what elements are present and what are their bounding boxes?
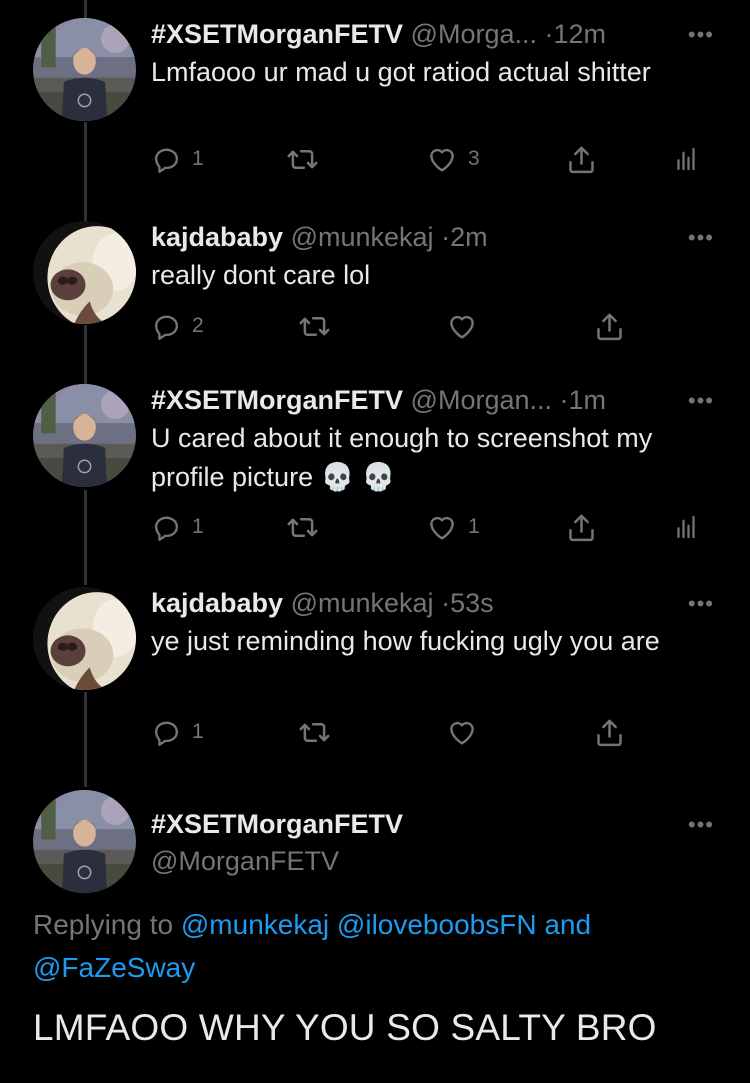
retweet-icon (286, 511, 319, 544)
timestamp[interactable]: 53s (450, 588, 494, 618)
share-icon (565, 511, 598, 544)
thread-line (84, 325, 87, 385)
mention-link[interactable]: @munkekaj (181, 909, 329, 940)
mention-link[interactable]: @FaZeSway (33, 952, 195, 983)
separator-dot: · (441, 588, 451, 618)
analytics-button[interactable] (671, 142, 701, 176)
tweet-text: ye just reminding how fucking ugly you a… (151, 626, 660, 656)
like-button[interactable] (446, 715, 478, 749)
avatar[interactable] (33, 790, 136, 893)
tweet-header: #XSETMorganFETV @Morgan... ·1m (151, 384, 710, 416)
reply-icon (151, 311, 182, 342)
analytics-icon (671, 512, 701, 542)
tweet-header: #XSETMorganFETV (151, 808, 710, 840)
avatar[interactable] (33, 221, 136, 324)
retweet-button[interactable] (298, 309, 331, 343)
reply-count: 1 (192, 720, 204, 743)
share-icon (565, 143, 598, 176)
share-icon (593, 716, 626, 749)
action-bar: 1 1 (151, 510, 711, 544)
like-button[interactable] (446, 309, 478, 343)
more-horizontal-icon[interactable]: ••• (688, 24, 714, 46)
display-name[interactable]: #XSETMorganFETV (151, 385, 403, 415)
retweet-button[interactable] (286, 510, 319, 544)
analytics-icon (671, 144, 701, 174)
reply-count: 1 (192, 147, 204, 170)
thread-line (84, 692, 87, 787)
avatar[interactable] (33, 587, 136, 690)
reply-count: 1 (192, 515, 204, 538)
display-name[interactable]: #XSETMorganFETV (151, 19, 403, 49)
thread-line (84, 0, 87, 20)
separator-dot: · (544, 19, 554, 49)
action-bar: 2 (151, 309, 711, 343)
timestamp[interactable]: 1m (569, 385, 607, 415)
heart-icon (446, 310, 478, 342)
share-button[interactable] (593, 309, 626, 343)
like-button[interactable]: 1 (426, 510, 480, 544)
share-icon (593, 310, 626, 343)
mention-link[interactable]: @iloveboobsFN (337, 909, 537, 940)
reply-button[interactable]: 1 (151, 142, 204, 176)
replying-label: Replying to (33, 909, 174, 940)
retweet-button[interactable] (298, 715, 331, 749)
avatar[interactable] (33, 384, 136, 487)
heart-icon (426, 143, 458, 175)
thread-line (84, 122, 87, 222)
separator-dot: · (559, 385, 569, 415)
tweet-text: really dont care lol (151, 260, 371, 290)
action-bar: 1 3 (151, 142, 711, 176)
share-button[interactable] (593, 715, 626, 749)
mention-link[interactable]: and (544, 909, 591, 940)
like-count: 3 (468, 147, 480, 170)
user-handle[interactable]: @Morgan... (411, 385, 552, 415)
thread-line (84, 490, 87, 585)
share-button[interactable] (565, 510, 598, 544)
more-horizontal-icon[interactable]: ••• (688, 814, 714, 836)
more-horizontal-icon[interactable]: ••• (688, 227, 714, 249)
reply-icon (151, 144, 182, 175)
display-name[interactable]: #XSETMorganFETV (151, 809, 403, 839)
user-handle[interactable]: @MorganFETV (151, 846, 339, 877)
heart-icon (446, 716, 478, 748)
user-handle[interactable]: @munkekaj (291, 222, 434, 252)
avatar[interactable] (33, 18, 136, 121)
timestamp[interactable]: 12m (554, 19, 607, 49)
retweet-icon (298, 716, 331, 749)
tweet-text: LMFAOO WHY YOU SO SALTY BRO (33, 1007, 657, 1048)
heart-icon (426, 511, 458, 543)
analytics-button[interactable] (671, 510, 701, 544)
retweet-button[interactable] (286, 142, 319, 176)
display-name[interactable]: kajdababy (151, 222, 283, 252)
tweet-text: U cared about it enough to screenshot my… (151, 423, 653, 492)
reply-icon (151, 717, 182, 748)
replying-to: Replying to @munkekaj @iloveboobsFN and … (33, 903, 720, 989)
tweet-header: #XSETMorganFETV @Morga... ·12m (151, 18, 710, 50)
user-handle[interactable]: @munkekaj (291, 588, 434, 618)
reply-button[interactable]: 1 (151, 715, 204, 749)
timestamp[interactable]: 2m (450, 222, 488, 252)
share-button[interactable] (565, 142, 598, 176)
retweet-icon (286, 143, 319, 176)
retweet-icon (298, 310, 331, 343)
more-horizontal-icon[interactable]: ••• (688, 390, 714, 412)
like-button[interactable]: 3 (426, 142, 480, 176)
reply-icon (151, 512, 182, 543)
reply-count: 2 (192, 314, 204, 337)
more-horizontal-icon[interactable]: ••• (688, 593, 714, 615)
reply-button[interactable]: 1 (151, 510, 204, 544)
user-handle[interactable]: @Morga... (411, 19, 537, 49)
tweet-header: kajdababy @munkekaj ·53s (151, 587, 710, 619)
action-bar: 1 (151, 715, 711, 749)
tweet-text: Lmfaooo ur mad u got ratiod actual shitt… (151, 57, 651, 87)
like-count: 1 (468, 515, 480, 538)
tweet-header: kajdababy @munkekaj ·2m (151, 221, 710, 253)
display-name[interactable]: kajdababy (151, 588, 283, 618)
separator-dot: · (441, 222, 451, 252)
reply-button[interactable]: 2 (151, 309, 204, 343)
